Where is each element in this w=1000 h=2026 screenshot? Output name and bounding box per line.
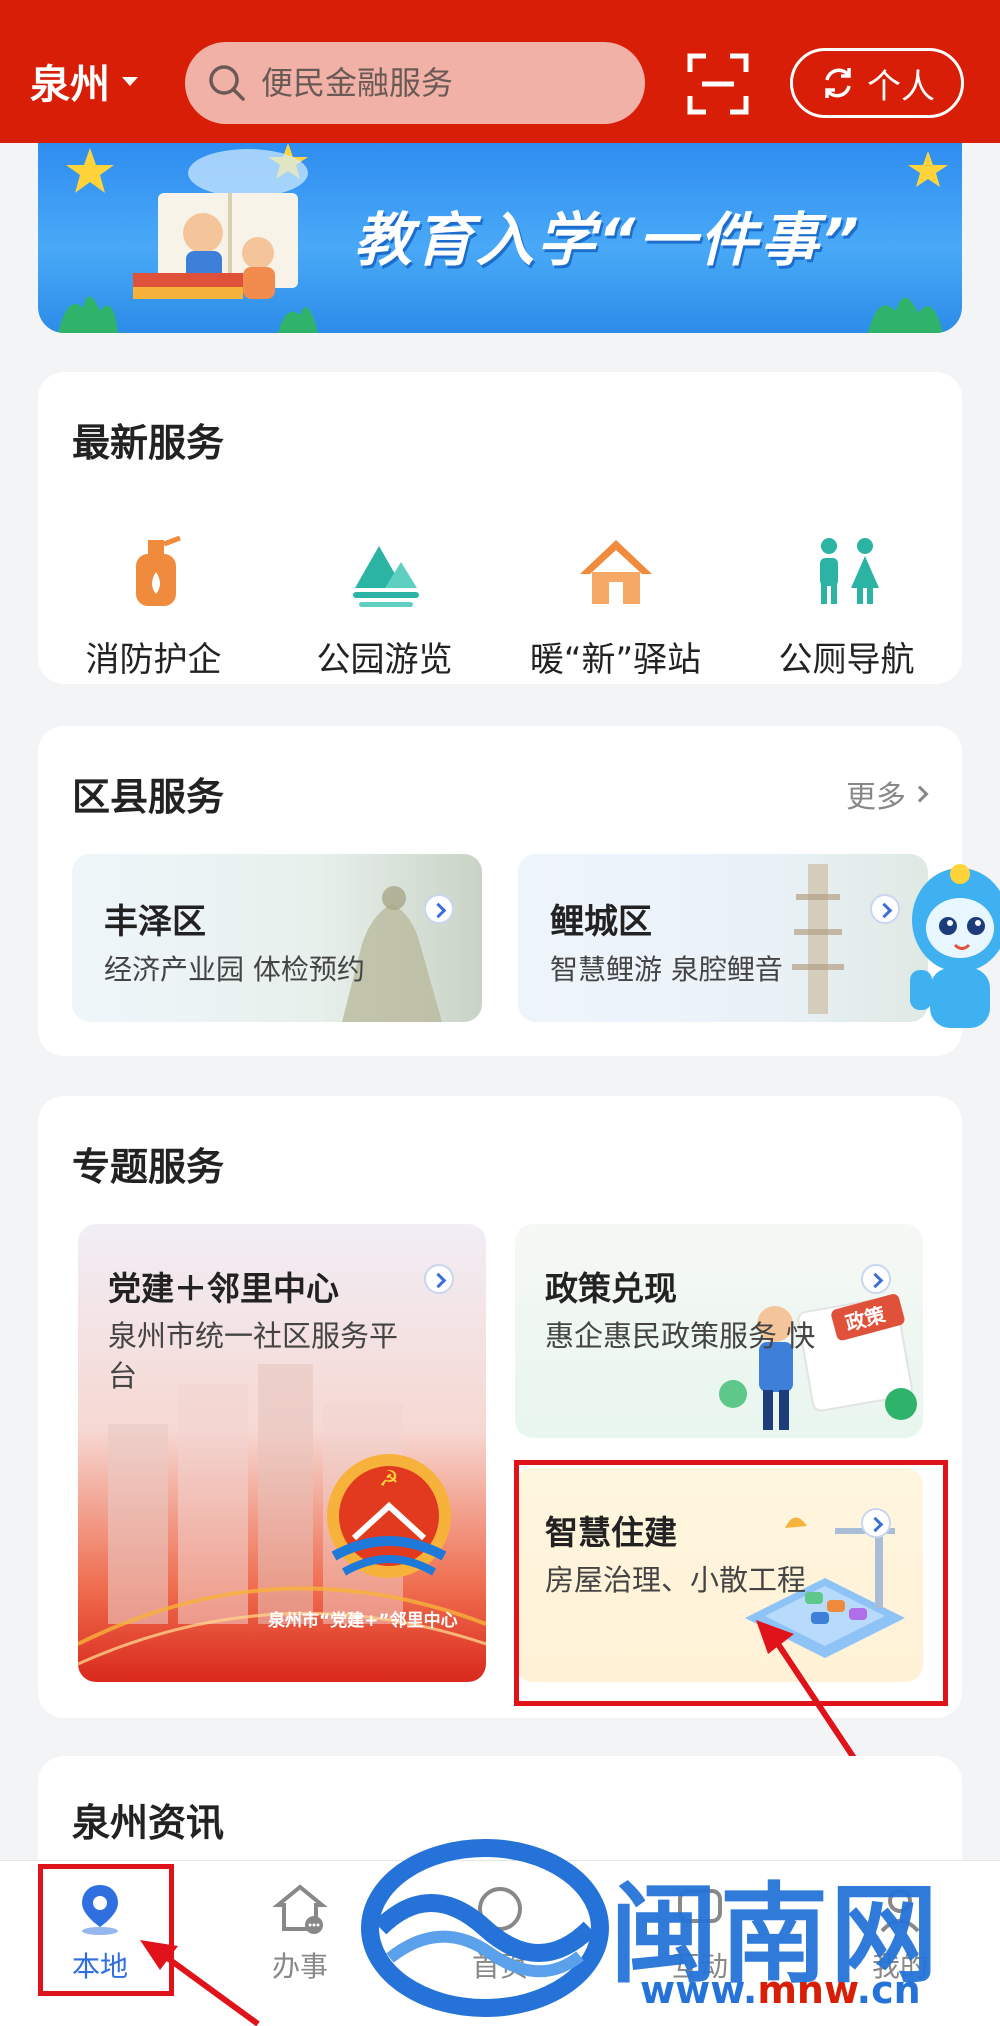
- search-input[interactable]: [261, 64, 621, 102]
- watermark-url-suffix: .cn: [856, 1968, 921, 2012]
- district-card-fengze[interactable]: 丰泽区 经济产业园 体检预约: [72, 854, 482, 1022]
- personal-label: 个人: [867, 66, 935, 107]
- search-icon: [209, 65, 245, 101]
- search-bar[interactable]: [185, 42, 645, 124]
- switch-icon: [825, 68, 851, 98]
- chevron-right-icon: [424, 894, 454, 924]
- service-label: 公厕导航: [778, 640, 915, 680]
- restroom-icon: [819, 538, 879, 604]
- topic-name: 政策兑现: [545, 1269, 677, 1308]
- top-header: 泉州 个人: [0, 0, 1000, 143]
- city-selector[interactable]: 泉州: [30, 52, 138, 110]
- scan-icon[interactable]: [686, 52, 750, 116]
- watermark-url-prefix: www.: [640, 1968, 758, 2012]
- caret-down-icon: [122, 76, 138, 86]
- chevron-right-icon: [911, 785, 929, 803]
- annotation-arrow-icon: [140, 1940, 260, 2026]
- emblem-caption: 泉州市“党建+”邻里中心: [268, 1611, 458, 1631]
- section-title: 泉州资讯: [72, 1801, 225, 1845]
- pagoda-illustration: [792, 864, 844, 1014]
- city-label: 泉州: [30, 62, 110, 108]
- service-hall-icon: [272, 1884, 328, 1934]
- watermark-url-brand: mnw: [757, 1968, 857, 2012]
- topic-name: 党建＋邻里中心: [108, 1269, 339, 1308]
- chevron-right-icon: [861, 1264, 891, 1294]
- section-title: 最新服务: [72, 421, 225, 465]
- more-label: 更多: [846, 780, 906, 815]
- personal-switch-button[interactable]: 个人: [790, 48, 964, 118]
- service-label: 消防护企: [85, 640, 222, 680]
- latest-services-card: 最新服务 消防护企 公园游览 暖“新”驿站 公厕导航: [38, 372, 962, 684]
- district-name: 丰泽区: [104, 902, 206, 942]
- mountain-park-icon: [352, 546, 419, 607]
- fire-extinguisher-icon: [135, 535, 181, 606]
- topic-subtitle: 惠企惠民政策服务 快: [545, 1319, 816, 1353]
- service-restroom-nav[interactable]: 公厕导航: [731, 532, 962, 681]
- district-subtitle: 经济产业园 体检预约: [104, 953, 365, 986]
- topic-card-party-neighborhood[interactable]: ☭ 泉州市“党建+”邻里中心 党建＋邻里中心 泉州市统一社区服务平台: [78, 1224, 486, 1682]
- mascot-robot-icon[interactable]: [900, 850, 1000, 1050]
- section-title: 区县服务: [72, 775, 225, 819]
- party-emblem-icon: ☭: [327, 1454, 451, 1578]
- district-card-licheng[interactable]: 鲤城区 智慧鲤游 泉腔鲤音: [518, 854, 928, 1022]
- district-name: 鲤城区: [550, 902, 652, 942]
- watermark-url: www.mnw.cn: [640, 1968, 921, 2012]
- service-fire-protection[interactable]: 消防护企: [38, 532, 269, 681]
- house-icon: [579, 540, 652, 604]
- service-label: 公园游览: [316, 640, 453, 680]
- topic-card-policy[interactable]: 政策 政策兑现 惠企惠民政策服务 快: [515, 1224, 923, 1438]
- district-subtitle: 智慧鲤游 泉腔鲤音: [550, 953, 783, 986]
- service-label: 暖“新”驿站: [529, 640, 702, 680]
- chevron-right-icon: [870, 894, 900, 924]
- service-park-tour[interactable]: 公园游览: [269, 532, 500, 681]
- education-enrollment-banner[interactable]: 教育入学“一件事”: [38, 143, 962, 333]
- svg-text:☭: ☭: [379, 1467, 399, 1492]
- policy-illustration: 政策: [719, 1294, 917, 1430]
- service-warm-station[interactable]: 暖“新”驿站: [500, 532, 731, 681]
- topic-subtitle: 泉州市统一社区服务平台: [108, 1319, 399, 1393]
- section-title: 专题服务: [72, 1145, 225, 1189]
- watermark-logo-icon: [361, 1839, 609, 2017]
- district-services-card: 区县服务 更多 丰泽区 经济产业园 体检预约 鲤城区 智慧鲤游 泉腔鲤音: [38, 726, 962, 1056]
- more-link[interactable]: 更多: [846, 772, 929, 816]
- banner-title: 教育入学“一件事”: [354, 206, 862, 274]
- watermark: 闽南网 www.mnw.cn: [360, 1828, 1000, 2026]
- chevron-right-icon: [424, 1264, 454, 1294]
- annotation-highlight-box: [514, 1460, 948, 1706]
